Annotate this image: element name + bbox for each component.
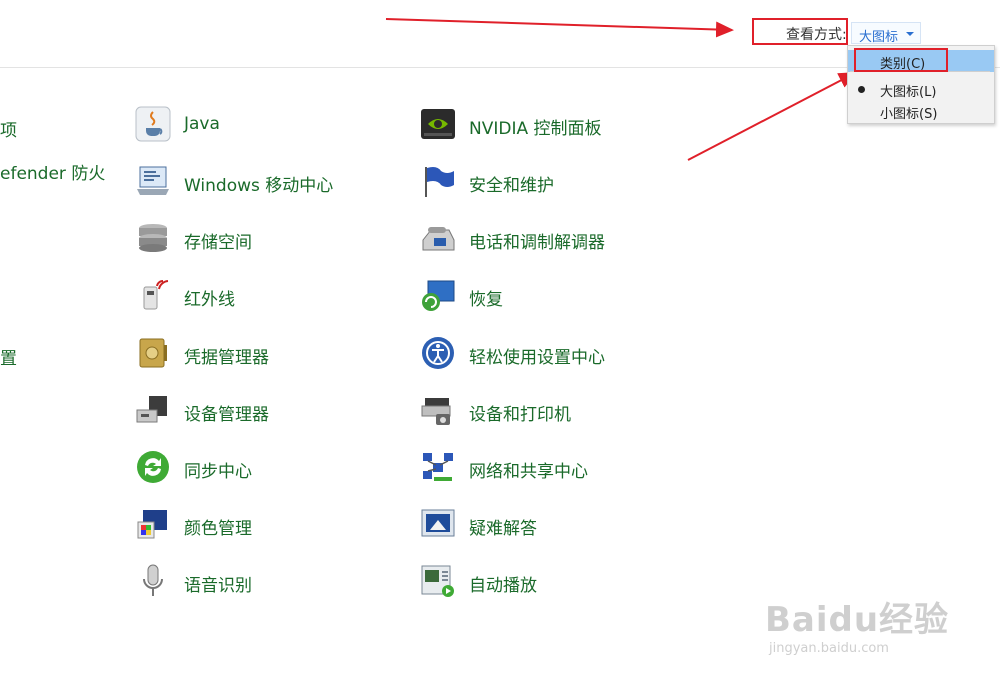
arrow-to-view-label: [385, 18, 734, 38]
devices-printers-icon: [421, 398, 451, 425]
watermark-url: jingyan.baidu.com: [769, 641, 889, 656]
menu-item-large-icons[interactable]: 大图标(L): [848, 78, 994, 100]
autoplay-icon: [421, 565, 454, 597]
recovery-icon: [422, 280, 455, 311]
network-sharing-icon: [423, 453, 453, 481]
view-label-highlight-box: [752, 18, 848, 45]
mobility-center-icon: [137, 166, 169, 195]
ease-of-access-icon: [422, 337, 454, 369]
radio-dot-icon: [858, 86, 865, 93]
cut-off-item-label[interactable]: 置: [0, 344, 17, 369]
java-icon: [135, 106, 171, 142]
troubleshooting-icon: [421, 509, 455, 537]
color-management-icon: [137, 510, 167, 539]
chevron-down-icon: [906, 32, 914, 36]
cut-off-item-label[interactable]: efender 防火: [0, 159, 105, 184]
cut-off-item-label[interactable]: 项: [0, 116, 17, 141]
baidu-watermark: Baidu经验 jingyan.baidu.com: [765, 592, 949, 656]
menu-item-small-icons[interactable]: 小图标(S): [848, 100, 994, 122]
category-highlight-box: [854, 48, 948, 72]
speech-recognition-icon: [143, 564, 163, 596]
watermark-brand: Baidu经验: [765, 600, 950, 640]
nvidia-icon: [421, 109, 455, 139]
security-maintenance-icon: [425, 167, 454, 197]
phone-modem-icon: [422, 227, 455, 251]
arrow-to-category-item: [687, 72, 857, 161]
credential-manager-icon: [139, 338, 167, 368]
device-manager-icon: [136, 396, 167, 423]
sync-center-icon: [137, 451, 169, 483]
view-by-dropdown[interactable]: 大图标: [851, 22, 921, 45]
storage-spaces-icon: [139, 224, 167, 252]
view-by-value: 大图标: [859, 30, 899, 45]
infrared-icon: [143, 279, 169, 310]
